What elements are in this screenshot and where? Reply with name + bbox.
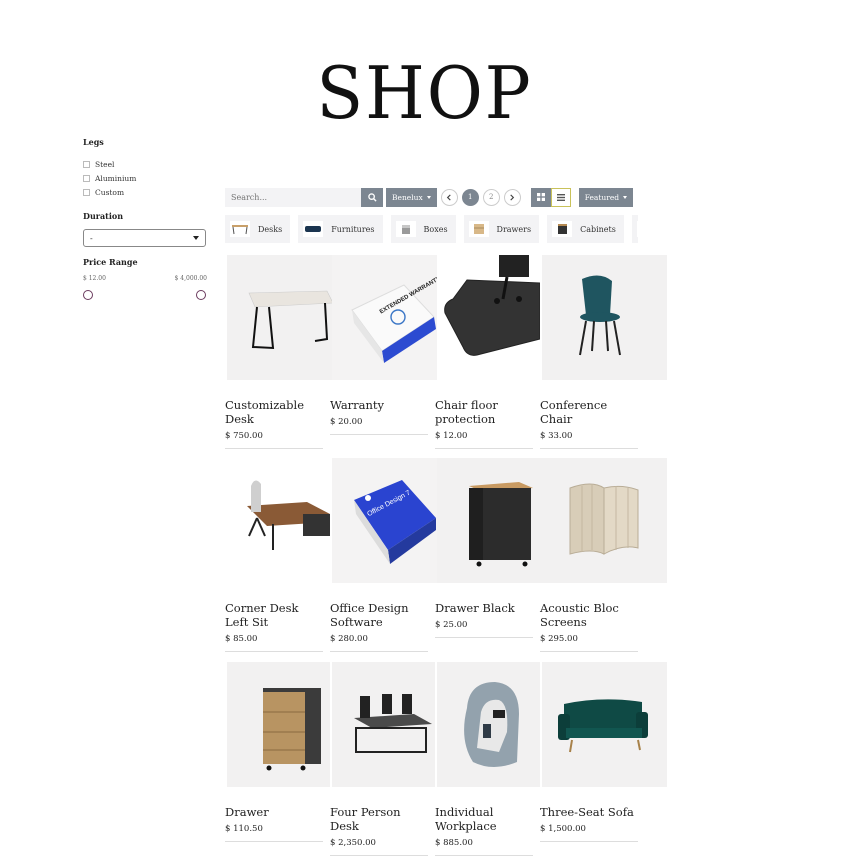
product-price: $ 33.00 xyxy=(540,431,573,441)
divider xyxy=(330,651,428,652)
category-drawers[interactable]: Drawers xyxy=(463,215,540,243)
divider xyxy=(540,651,638,652)
product-name[interactable]: Corner Desk Left Sit xyxy=(225,601,325,629)
drawer-thumbnail xyxy=(468,221,489,237)
product-price: $ 1,500.00 xyxy=(540,824,586,834)
product-price: $ 750.00 xyxy=(225,431,263,441)
category-boxes[interactable]: Boxes xyxy=(390,215,456,243)
divider xyxy=(540,841,638,842)
chevron-down-icon xyxy=(623,195,628,199)
category-cabinets[interactable]: Cabinets xyxy=(547,215,624,243)
products-toolbar: Benelux 1 2 Featured xyxy=(225,187,634,207)
product-name[interactable]: Chair floor protection xyxy=(435,398,535,426)
divider xyxy=(225,841,323,842)
product-image[interactable] xyxy=(227,662,330,787)
product-name[interactable]: Drawer xyxy=(225,805,325,819)
divider xyxy=(330,434,428,435)
sofa-thumbnail xyxy=(303,221,324,237)
chevron-right-icon xyxy=(510,193,515,201)
page-title: SHOP xyxy=(316,51,533,135)
chevron-down-icon xyxy=(193,236,199,240)
divider xyxy=(225,651,323,652)
product-price: $ 110.50 xyxy=(225,824,263,834)
product-price: $ 20.00 xyxy=(330,417,363,427)
category-more[interactable] xyxy=(631,215,638,243)
duration-select[interactable]: - xyxy=(83,229,206,247)
pager-page-1[interactable]: 1 xyxy=(461,188,479,206)
price-range-labels: $ 12.00 $ 4,000.00 xyxy=(83,275,207,282)
grid-view-toggle[interactable] xyxy=(530,187,551,207)
product-name[interactable]: Acoustic Bloc Screens xyxy=(540,601,640,629)
pager-next-button[interactable] xyxy=(503,188,521,206)
category-desks[interactable]: Desks xyxy=(225,215,291,243)
category-thumbnail xyxy=(636,221,638,237)
product-price: $ 280.00 xyxy=(330,634,368,644)
product-price: $ 25.00 xyxy=(435,620,468,630)
divider xyxy=(540,448,638,449)
search-button[interactable] xyxy=(361,187,383,207)
divider xyxy=(435,448,533,449)
cabinet-thumbnail xyxy=(552,221,573,237)
checkbox[interactable] xyxy=(83,188,90,196)
search-input[interactable] xyxy=(225,187,361,207)
list-view-toggle[interactable] xyxy=(550,187,571,207)
product-price: $ 12.00 xyxy=(435,431,468,441)
product-image[interactable] xyxy=(437,255,540,380)
product-name[interactable]: Warranty xyxy=(330,398,430,412)
desk-thumbnail xyxy=(230,221,250,237)
divider xyxy=(435,855,533,856)
product-image[interactable] xyxy=(542,662,667,787)
divider xyxy=(435,637,533,638)
product-image[interactable] xyxy=(542,458,667,583)
product-name[interactable]: Individual Workplace xyxy=(435,805,535,833)
sort-dropdown[interactable]: Featured xyxy=(578,187,634,207)
price-range-title: Price Range xyxy=(83,257,138,267)
price-max-label: $ 4,000.00 xyxy=(174,275,207,282)
duration-filter-title: Duration xyxy=(83,211,124,221)
divider xyxy=(225,448,323,449)
grid-icon xyxy=(536,193,545,201)
category-furnitures[interactable]: Furnitures xyxy=(298,215,383,243)
product-price: $ 295.00 xyxy=(540,634,578,644)
legs-option-steel[interactable]: Steel xyxy=(83,157,207,171)
checkbox[interactable] xyxy=(83,174,90,182)
product-image[interactable] xyxy=(227,458,330,583)
legs-option-aluminium[interactable]: Aluminium xyxy=(83,171,207,185)
checkbox[interactable] xyxy=(83,160,90,168)
pricelist-dropdown[interactable]: Benelux xyxy=(386,187,437,207)
price-min-handle[interactable] xyxy=(83,290,93,300)
price-max-handle[interactable] xyxy=(196,290,206,300)
product-image[interactable] xyxy=(437,662,540,787)
product-image[interactable] xyxy=(332,662,435,787)
pager-prev-button[interactable] xyxy=(440,188,458,206)
product-image[interactable] xyxy=(542,255,667,380)
price-range-slider[interactable] xyxy=(83,288,207,302)
product-name[interactable]: Office Design Software xyxy=(330,601,430,629)
chevron-left-icon xyxy=(447,193,451,201)
product-name[interactable]: Customizable Desk xyxy=(225,398,325,426)
product-price: $ 85.00 xyxy=(225,634,258,644)
category-strip: Desks Furnitures Boxes Drawers Cabinets xyxy=(225,215,638,243)
filters-sidebar: Legs Steel Aluminium Custom Duration - P… xyxy=(83,137,207,302)
product-name[interactable]: Three-Seat Sofa xyxy=(540,805,640,819)
price-min-label: $ 12.00 xyxy=(83,275,106,282)
pager-page-2[interactable]: 2 xyxy=(482,188,500,206)
legs-filter-title: Legs xyxy=(83,137,104,147)
box-thumbnail xyxy=(395,221,416,237)
product-price: $ 885.00 xyxy=(435,838,473,848)
product-price: $ 2,350.00 xyxy=(330,838,376,848)
product-name[interactable]: Four Person Desk xyxy=(330,805,430,833)
legs-option-custom[interactable]: Custom xyxy=(83,185,207,199)
chevron-down-icon xyxy=(426,195,431,199)
product-name[interactable]: Conference Chair xyxy=(540,398,640,426)
product-name[interactable]: Drawer Black xyxy=(435,601,535,615)
divider xyxy=(330,855,428,856)
list-icon xyxy=(556,193,565,201)
search-icon xyxy=(367,192,377,202)
